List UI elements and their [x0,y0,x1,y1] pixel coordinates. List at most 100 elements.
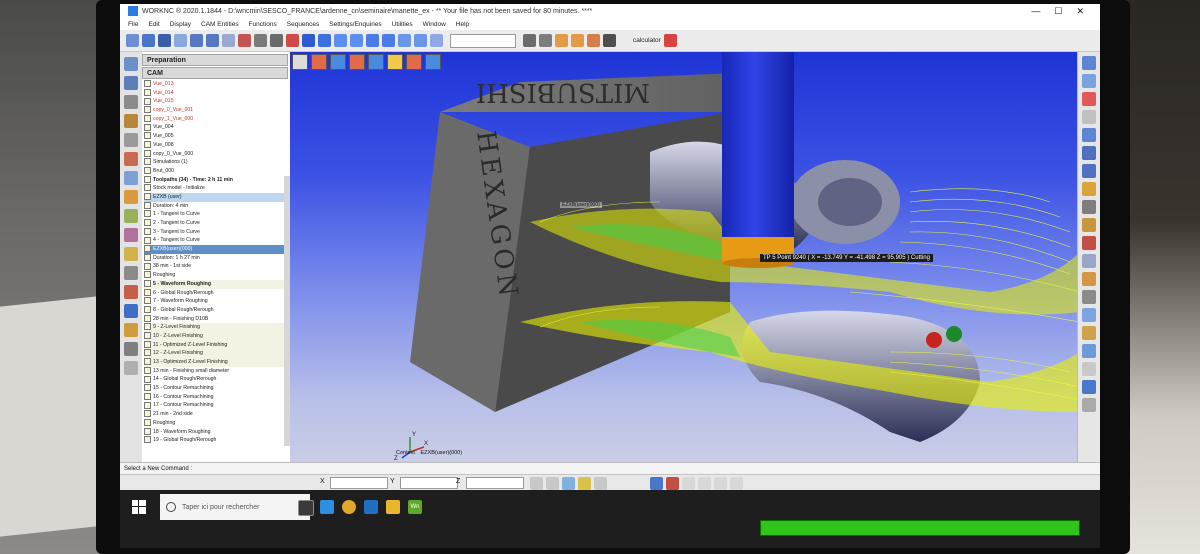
tree-checkbox[interactable] [144,436,151,444]
tree-item[interactable]: Toolpaths (34) - Time: 2 h 11 min [144,175,288,185]
menu-functions[interactable]: Functions [249,21,277,28]
tree-checkbox[interactable] [144,366,151,374]
menu-file[interactable]: File [128,21,138,28]
wire-icon[interactable] [302,34,315,47]
tree-item[interactable]: Stock model - Initialize [144,184,288,193]
status-tool-2-icon[interactable] [666,477,679,490]
snap-icon[interactable] [539,34,552,47]
right-tool-12-icon[interactable] [1082,254,1096,268]
y-input[interactable] [400,477,458,489]
tree-checkbox[interactable] [144,184,151,192]
tree-item[interactable]: 18 - Waveform Roughing [144,427,288,437]
right-tool-5-icon[interactable] [1082,128,1096,142]
tree-checkbox[interactable] [144,149,151,157]
view-right-icon[interactable] [349,54,365,70]
right-tool-14-icon[interactable] [1082,290,1096,304]
right-tool-8-icon[interactable] [1082,182,1096,196]
right-tool-3-icon[interactable] [1082,92,1096,106]
tree-item[interactable]: 38 min - 1st side [144,262,288,271]
menu-settings[interactable]: Settings/Enquiries [329,21,381,28]
calculator-label[interactable]: calculator [633,37,661,44]
tree-item[interactable]: Duration: 4 min [144,201,288,211]
status-tool-4-icon[interactable] [698,477,711,490]
chrome-icon[interactable] [342,500,356,514]
doc-icon[interactable] [124,266,138,280]
view-icon[interactable] [430,34,443,47]
tree-item[interactable]: EZXB (user) [144,192,288,202]
minimize-button[interactable]: — [1031,4,1040,18]
tree-item[interactable]: 9 - Z-Level Finishing [144,323,288,332]
surface-icon[interactable] [124,114,138,128]
menu-utilities[interactable]: Utilities [392,21,413,28]
taskbar-search[interactable]: Taper ici pour rechercher [160,494,310,520]
tree-item[interactable]: 12 - Z-Level Finishing [144,349,288,358]
tree-checkbox[interactable] [144,297,151,305]
close-button[interactable]: ✕ [1076,4,1084,18]
tree-item[interactable]: 11 - Optimized Z-Level Finishing [144,340,288,350]
right-tool-9-icon[interactable] [1082,200,1096,214]
tree-item[interactable]: 13 - Optimized Z-Level Finishing [144,358,288,367]
new-file-icon[interactable] [126,34,139,47]
tree-checkbox[interactable] [144,80,151,88]
tree-item[interactable]: copy_0_Vue_001 [144,106,288,115]
right-tool-7-icon[interactable] [1082,164,1096,178]
tree-item[interactable]: Vue_004 [144,123,288,132]
zoom-fit-icon[interactable] [382,34,395,47]
tab-preparation[interactable]: Preparation [142,54,288,66]
tree-item[interactable]: 10 - Z-Level Finishing [144,331,288,341]
right-tool-6-icon[interactable] [1082,146,1096,160]
tree-item[interactable]: 28 min - Finishing D10B [144,314,288,324]
tree-item[interactable]: Roughing [144,271,288,280]
hidden-icon[interactable] [318,34,331,47]
tree-checkbox[interactable] [144,340,151,348]
tree-item[interactable]: 15 - Contour Remachining [144,384,288,393]
right-tool-2-icon[interactable] [1082,74,1096,88]
view-bottom-icon[interactable] [387,54,403,70]
outlook-icon[interactable] [364,500,378,514]
tree-checkbox[interactable] [144,193,151,201]
export-icon[interactable] [124,323,138,337]
delete-icon[interactable] [238,34,251,47]
right-tool-15-icon[interactable] [1082,308,1096,322]
rotate-icon[interactable] [398,34,411,47]
tree-item[interactable]: Duration: 1 h 27 min [144,253,288,263]
tool2-icon[interactable] [124,285,138,299]
tree-checkbox[interactable] [144,375,151,383]
tree-item[interactable]: Vue_014 [144,88,288,98]
tree-item[interactable]: Vue_008 [144,140,288,150]
layers-icon[interactable] [254,34,267,47]
menu-help[interactable]: Help [456,21,469,28]
tree-item[interactable]: EZXB(user)(000) [144,245,288,254]
zoom-in-icon[interactable] [334,34,347,47]
print-icon[interactable] [174,34,187,47]
view-iso-icon[interactable] [292,54,308,70]
tree-checkbox[interactable] [144,167,151,174]
layers-panel-icon[interactable] [124,95,138,109]
tree-checkbox[interactable] [144,323,151,331]
maximize-button[interactable]: ☐ [1054,4,1062,18]
tree-checkbox[interactable] [144,262,151,270]
tree-item[interactable]: 4 - Tangent to Curve [144,236,288,245]
tree-item[interactable]: Simulations (1) [144,158,288,167]
tree-item[interactable]: 14 - Global Rough/Rerough [144,375,288,384]
tree-checkbox[interactable] [144,392,151,400]
shaded-icon[interactable] [286,34,299,47]
tree-checkbox[interactable] [144,106,151,114]
tree-item[interactable]: 7 - Waveform Roughing [144,297,288,306]
edge-icon[interactable] [320,500,334,514]
tree-checkbox[interactable] [144,271,151,279]
right-tool-4-icon[interactable] [1082,110,1096,124]
tree-checkbox[interactable] [144,410,151,418]
tree-item[interactable]: 8 - Global Rough/Rerough [144,306,288,315]
tree-checkbox[interactable] [144,123,151,131]
tree-item[interactable]: 6 - Global Rough/Rerough [144,288,288,298]
stock-icon[interactable] [124,152,138,166]
check-icon[interactable] [124,304,138,318]
cam-icon[interactable] [124,76,138,90]
sim-icon[interactable] [124,228,138,242]
tree-checkbox[interactable] [144,175,151,183]
tree-item[interactable]: 2 - Tangent to Curve [144,219,288,228]
snap-grid-icon[interactable] [594,477,607,490]
file-explorer-icon[interactable] [386,500,400,514]
right-tool-11-icon[interactable] [1082,236,1096,250]
